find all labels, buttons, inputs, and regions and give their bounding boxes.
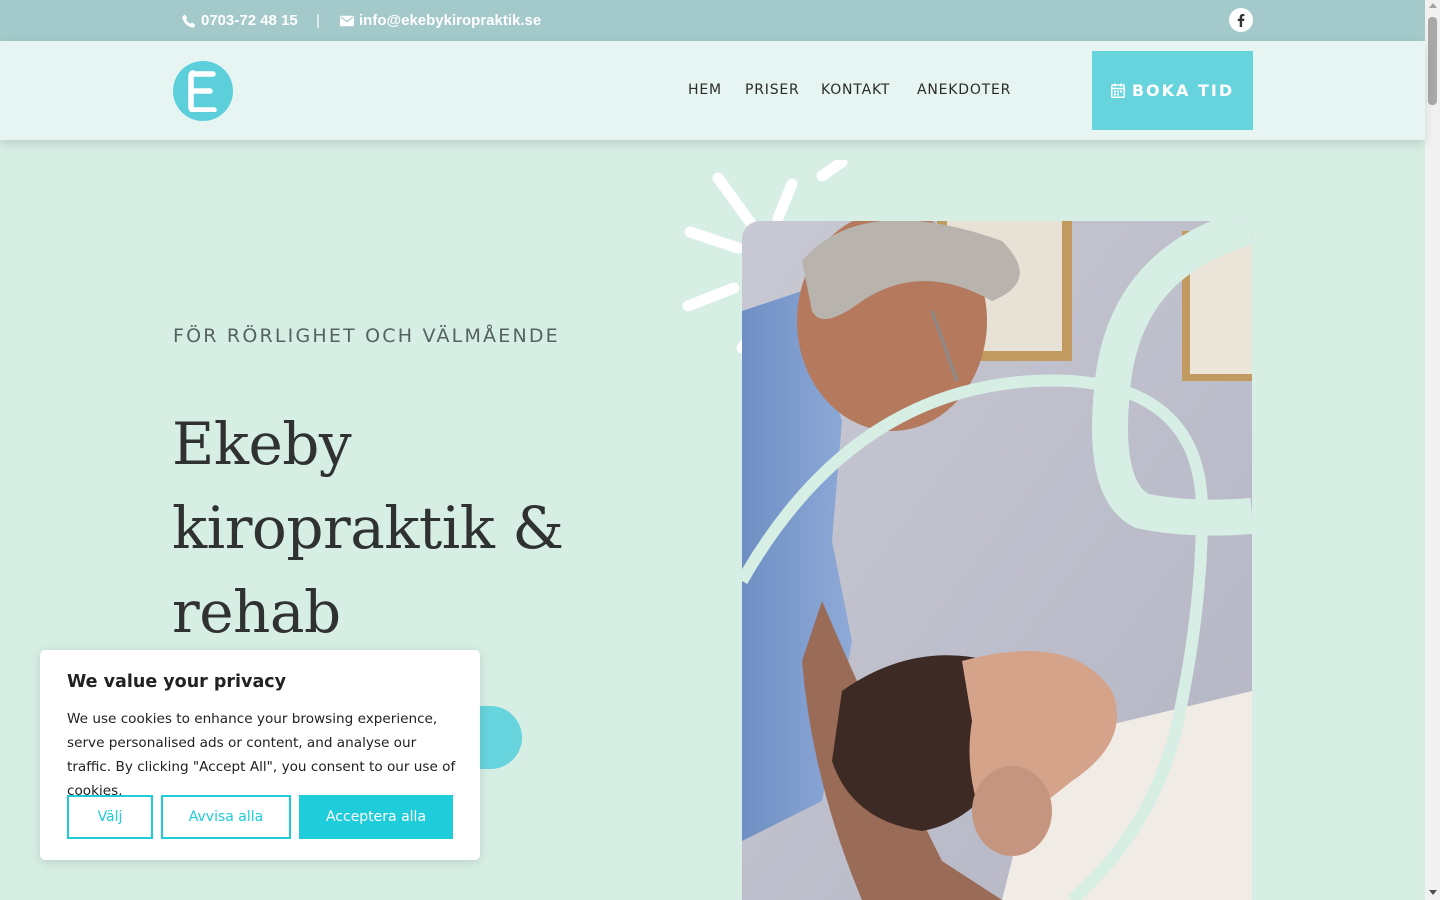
scroll-up-arrow-icon[interactable] [1429,3,1437,8]
nav-item-anekdoter[interactable]: ANEKDOTER [917,82,1011,98]
hero-title: Ekeby kiropraktik & rehab [172,402,592,654]
cookie-consent-banner: We value your privacy We use cookies to … [40,650,480,860]
phone-number: 0703-72 48 15 [201,12,298,29]
book-appointment-label: BOKA TID [1131,81,1235,100]
nav-item-kontakt[interactable]: KONTAKT [821,82,890,98]
hero-kicker: FÖR RÖRLIGHET OCH VÄLMÅENDE [173,325,560,347]
phone-icon [182,14,196,28]
page-scrollbar[interactable] [1425,0,1440,900]
hero-title-line-3: rehab [172,578,341,646]
cookie-title: We value your privacy [67,672,287,692]
cookie-text: We use cookies to enhance your browsing … [67,711,456,799]
email-link[interactable]: info@ekebykiropraktik.se [340,0,541,41]
cookie-customize-button[interactable]: Välj [67,795,153,839]
scrollbar-thumb[interactable] [1428,17,1437,105]
site-header: HEM PRISER KONTAKT ANEKDOTER BOKA TID [0,41,1425,140]
nav-item-priser[interactable]: PRISER [745,82,800,98]
phone-link[interactable]: 0703-72 48 15 [182,0,298,41]
envelope-icon [340,15,354,26]
email-address: info@ekebykiropraktik.se [359,12,542,29]
hero-title-line-1: Ekeby [172,410,352,478]
cookie-reject-all-button[interactable]: Avvisa alla [161,795,291,839]
logo[interactable] [173,61,233,121]
book-appointment-button[interactable]: BOKA TID [1092,51,1253,130]
cookie-accept-all-button[interactable]: Acceptera alla [299,795,453,839]
calendar-icon [1110,83,1125,98]
top-bar: 0703-72 48 15 | info@ekebykiropraktik.se [0,0,1425,41]
facebook-icon[interactable] [1229,8,1253,32]
hero-photo [742,221,1252,900]
topbar-separator: | [316,12,320,29]
nav-item-hem[interactable]: HEM [688,82,722,98]
logo-letter-e [188,70,217,112]
hero-title-line-2: kiropraktik & [172,494,564,562]
scroll-down-arrow-icon[interactable] [1429,890,1437,895]
